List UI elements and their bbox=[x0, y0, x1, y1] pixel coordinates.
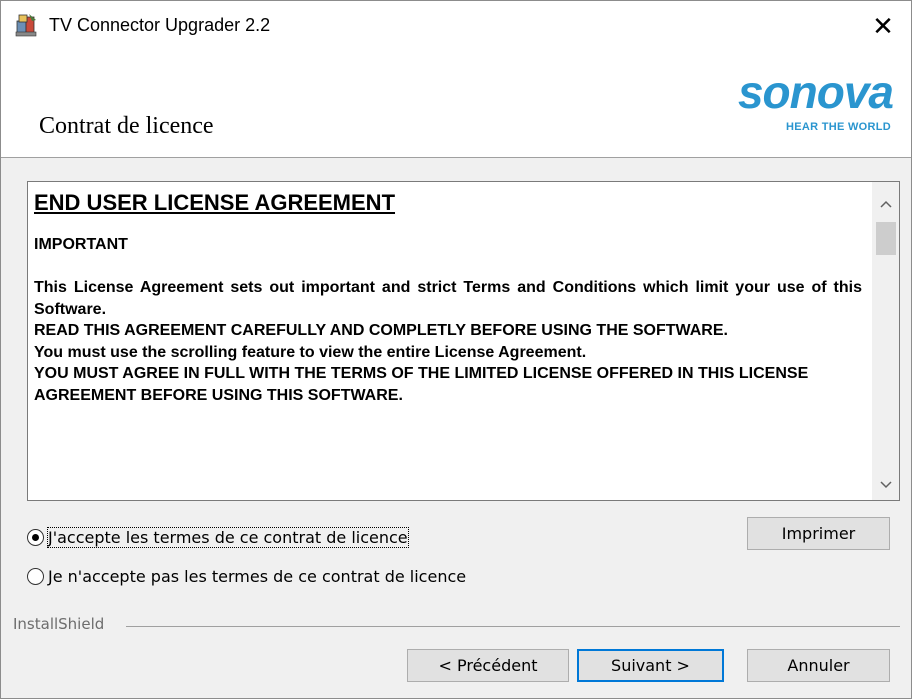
title-bar: TV Connector Upgrader 2.2 ✕ bbox=[1, 1, 911, 53]
installer-window: TV Connector Upgrader 2.2 ✕ Contrat de l… bbox=[0, 0, 912, 699]
back-button-label: < Précédent bbox=[438, 656, 538, 675]
window-title: TV Connector Upgrader 2.2 bbox=[49, 15, 271, 35]
decline-label[interactable]: Je n'accepte pas les termes de ce contra… bbox=[48, 567, 466, 586]
license-important: IMPORTANT bbox=[34, 236, 128, 253]
print-button[interactable]: Imprimer bbox=[747, 517, 890, 550]
print-button-label: Imprimer bbox=[781, 524, 856, 543]
next-button-label: Suivant > bbox=[611, 656, 690, 675]
license-text-box[interactable]: END USER LICENSE AGREEMENT IMPORTANT Thi… bbox=[27, 181, 900, 501]
license-heading: END USER LICENSE AGREEMENT bbox=[34, 190, 396, 215]
logo-tagline: HEAR THE WORLD bbox=[785, 121, 891, 133]
scroll-thumb[interactable] bbox=[876, 222, 896, 255]
decline-option[interactable]: Je n'accepte pas les termes de ce contra… bbox=[27, 567, 466, 586]
accept-label[interactable]: J'accepte les termes de ce contrat de li… bbox=[47, 527, 409, 548]
license-scrollbar[interactable] bbox=[872, 182, 899, 500]
installshield-label: InstallShield bbox=[13, 615, 105, 633]
license-line-read: READ THIS AGREEMENT CAREFULLY AND COMPLE… bbox=[34, 322, 728, 340]
chevron-up-icon bbox=[879, 200, 892, 208]
footer-divider bbox=[126, 626, 900, 627]
sonova-logo: sonova bbox=[737, 66, 894, 118]
license-line-agree: YOU MUST AGREE IN FULL WITH THE TERMS OF… bbox=[34, 365, 809, 404]
page-title: Contrat de licence bbox=[39, 113, 214, 139]
scroll-down-button[interactable] bbox=[872, 471, 899, 498]
close-icon: ✕ bbox=[872, 12, 894, 42]
license-paragraph: This License Agreement sets out importan… bbox=[34, 279, 862, 318]
chevron-down-icon bbox=[879, 480, 892, 488]
license-content: END USER LICENSE AGREEMENT IMPORTANT Thi… bbox=[34, 190, 862, 407]
header-banner: Contrat de licence sonova HEAR THE WORLD bbox=[1, 53, 911, 158]
scroll-up-button[interactable] bbox=[872, 190, 899, 217]
license-line-scroll: You must use the scrolling feature to vi… bbox=[34, 343, 587, 361]
cancel-button-label: Annuler bbox=[787, 656, 850, 675]
accept-option[interactable]: J'accepte les termes de ce contrat de li… bbox=[27, 527, 409, 548]
installer-app-icon bbox=[15, 14, 37, 37]
cancel-button[interactable]: Annuler bbox=[747, 649, 890, 682]
next-button[interactable]: Suivant > bbox=[577, 649, 724, 682]
accept-radio[interactable] bbox=[27, 529, 44, 546]
back-button[interactable]: < Précédent bbox=[407, 649, 569, 682]
close-button[interactable]: ✕ bbox=[855, 1, 911, 53]
decline-radio[interactable] bbox=[27, 568, 44, 585]
